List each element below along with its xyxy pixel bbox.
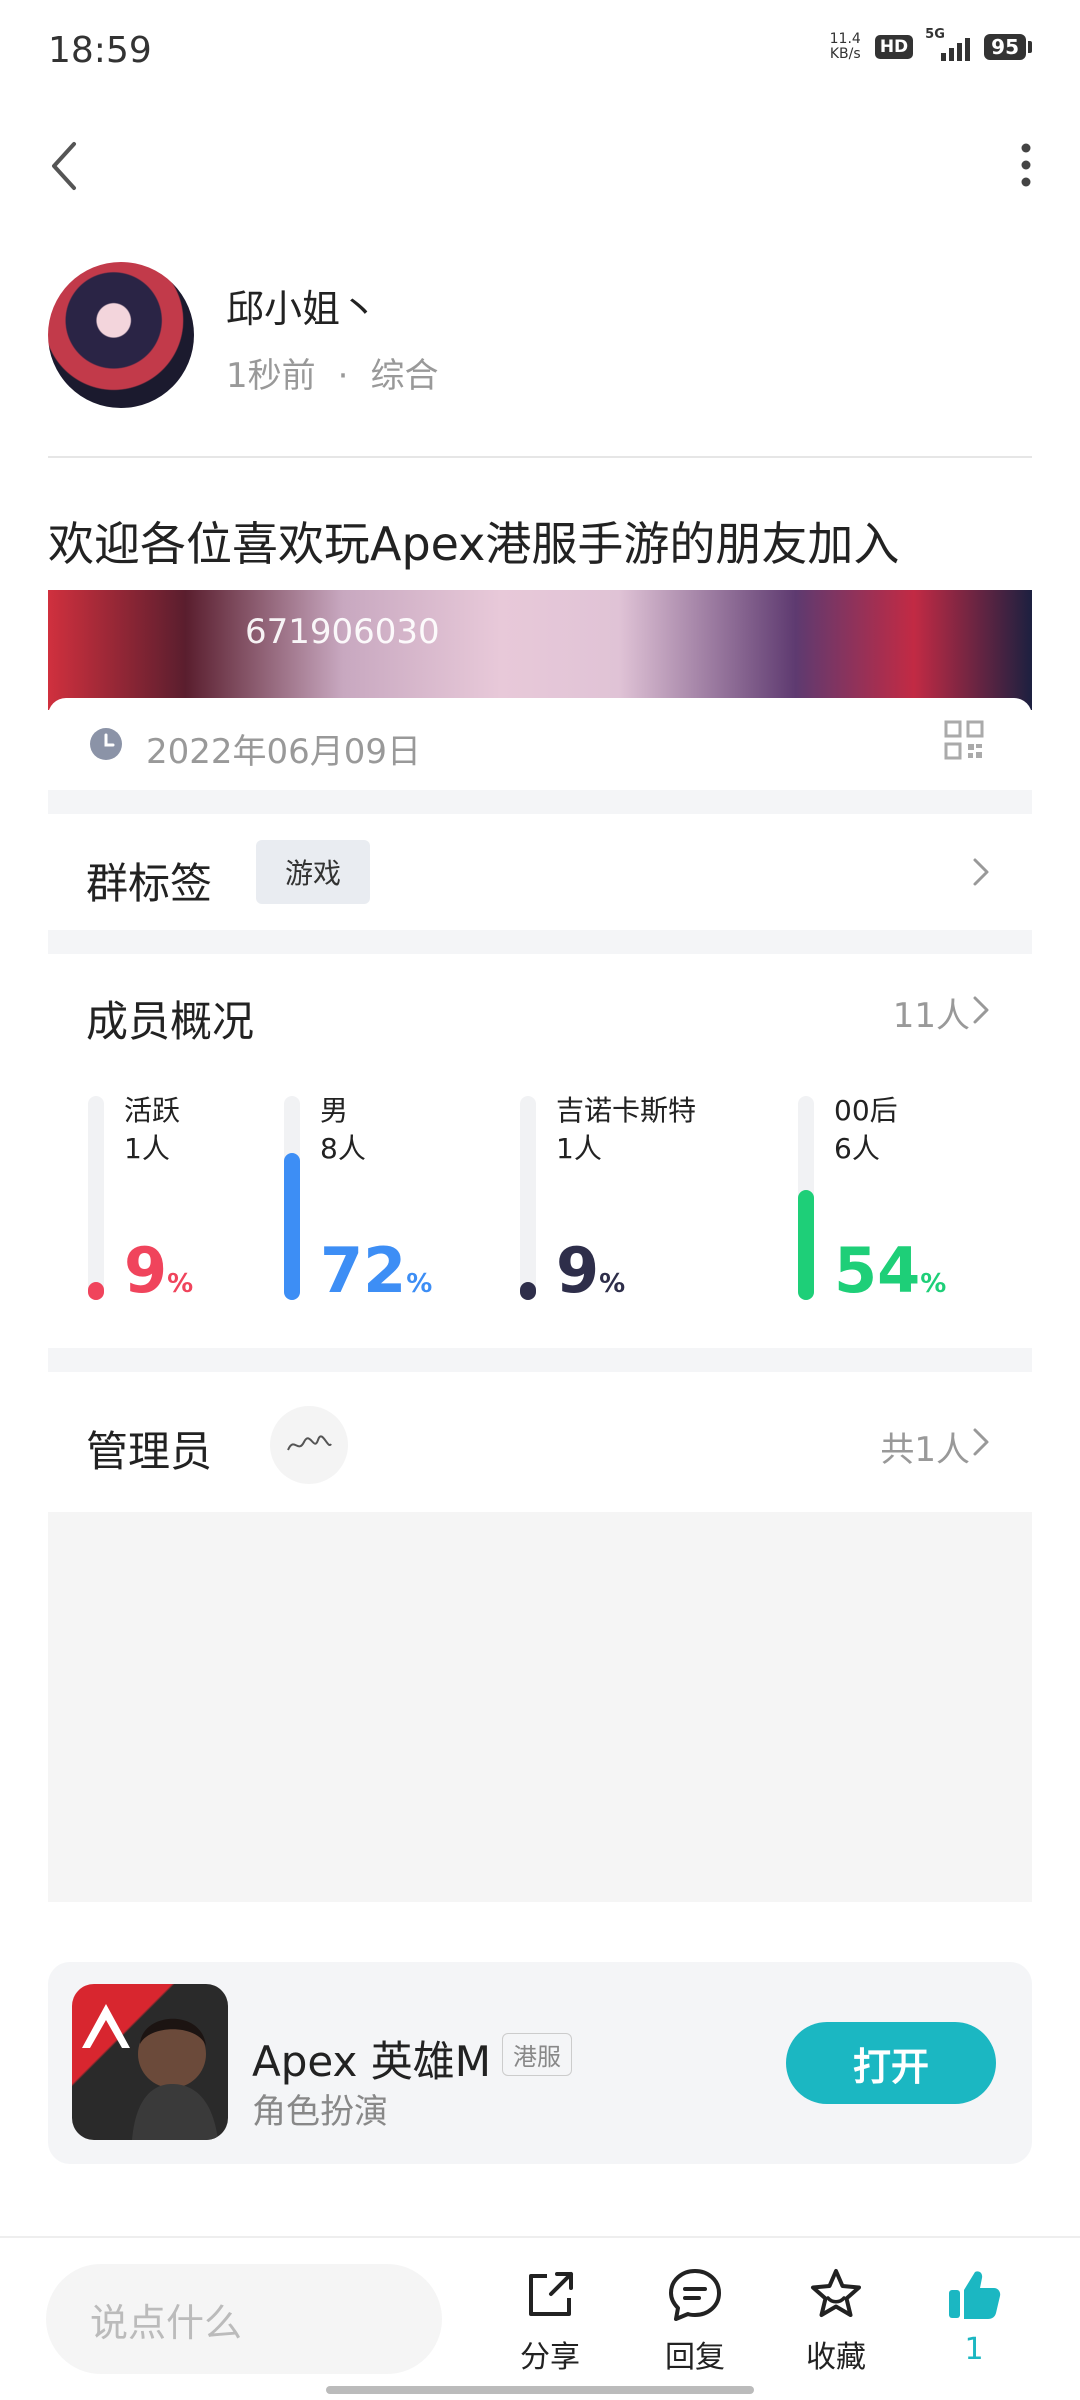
- stat-percent-unit: %: [167, 1269, 194, 1299]
- thumbs-up-icon: [949, 2271, 1001, 2319]
- status-time: 18:59: [48, 30, 152, 71]
- share-icon: [529, 2272, 573, 2316]
- stat-percent: 9%: [124, 1240, 193, 1315]
- server-badge: 港服: [502, 2033, 572, 2076]
- section-gap: [48, 1348, 1032, 1372]
- stat-count: 8人: [320, 1132, 366, 1165]
- battery-icon: 95: [984, 34, 1032, 60]
- group-tag-chip[interactable]: 游戏: [256, 840, 370, 904]
- stat-label: 男: [320, 1094, 349, 1127]
- comment-bubble-icon: [669, 2269, 721, 2321]
- stat-percent: 72%: [320, 1240, 432, 1315]
- like-button[interactable]: 1: [924, 2266, 1024, 2367]
- post-meta: 1秒前 · 综合: [226, 348, 438, 397]
- tags-section-title: 群标签: [86, 859, 213, 908]
- author-name[interactable]: 邱小姐丶: [226, 278, 378, 333]
- admin-section-title: 管理员: [86, 1427, 213, 1476]
- stat-percent: 54%: [834, 1240, 946, 1315]
- author-avatar[interactable]: [48, 262, 194, 408]
- stat-bar-fill: [284, 1153, 300, 1300]
- bottom-bar-divider: [0, 2236, 1080, 2238]
- share-label: 分享: [520, 2340, 580, 2375]
- app-category: 角色扮演: [252, 2092, 388, 2132]
- stat-percent-unit: %: [599, 1269, 626, 1299]
- tags-chevron-icon[interactable]: [970, 854, 992, 890]
- net-speed: 11.4 KB/s: [829, 31, 861, 62]
- clock-icon: [90, 728, 122, 760]
- post-title: 欢迎各位喜欢玩Apex港服手游的朋友加入: [48, 517, 900, 571]
- stat-bar-track: [88, 1096, 104, 1300]
- back-arrow-icon[interactable]: [44, 136, 88, 196]
- stat-percent-value: 72: [320, 1234, 407, 1307]
- section-gap: [48, 790, 1032, 814]
- apex-logo-icon: [82, 2004, 218, 2140]
- stat-percent: 9%: [556, 1240, 625, 1315]
- qr-code-icon[interactable]: [944, 720, 984, 760]
- stat-bar-fill: [88, 1282, 104, 1300]
- stat-percent-value: 54: [834, 1234, 921, 1307]
- home-indicator[interactable]: [326, 2386, 754, 2394]
- favorite-label: 收藏: [806, 2340, 866, 2375]
- section-gap: [48, 930, 1032, 954]
- stat-bar-track: [284, 1096, 300, 1300]
- meta-separator: ·: [337, 356, 349, 396]
- stat-label: 吉诺卡斯特: [556, 1094, 697, 1127]
- stat-count: 6人: [834, 1132, 880, 1165]
- network-type: 5G: [925, 27, 945, 42]
- star-icon: [811, 2269, 861, 2317]
- admin-count[interactable]: 共1人: [880, 1422, 970, 1471]
- group-number: 671906030: [245, 612, 440, 652]
- signature-logo-icon: [287, 1435, 332, 1451]
- member-count[interactable]: 11人: [893, 988, 970, 1037]
- stat-percent-unit: %: [406, 1269, 433, 1299]
- group-created-date: 2022年06月09日: [146, 732, 422, 772]
- stat-label: 活跃: [124, 1094, 181, 1127]
- like-count: 1: [964, 2332, 984, 2367]
- stat-count: 1人: [124, 1132, 170, 1165]
- more-options-icon[interactable]: [1016, 140, 1036, 190]
- hd-badge: HD: [874, 35, 914, 59]
- header-divider: [48, 456, 1032, 458]
- reply-button[interactable]: 回复: [645, 2266, 745, 2376]
- app-icon[interactable]: [72, 1984, 228, 2140]
- content-placeholder: [48, 1512, 1032, 1902]
- stat-bar-fill: [520, 1282, 536, 1300]
- stat-count: 1人: [556, 1132, 602, 1165]
- open-app-button[interactable]: 打开: [786, 2022, 996, 2104]
- stat-bar-fill: [798, 1190, 814, 1300]
- stat-bar-track: [520, 1096, 536, 1300]
- share-button[interactable]: 分享: [500, 2266, 600, 2376]
- app-name: Apex 英雄M: [252, 2037, 491, 2086]
- admin-chevron-icon[interactable]: [970, 1424, 992, 1460]
- stat-bar-track: [798, 1096, 814, 1300]
- favorite-button[interactable]: 收藏: [786, 2266, 886, 2376]
- admin-avatar[interactable]: [270, 1406, 348, 1484]
- members-chevron-icon[interactable]: [970, 992, 992, 1028]
- reply-label: 回复: [665, 2340, 725, 2375]
- stat-percent-value: 9: [556, 1234, 600, 1307]
- post-category[interactable]: 综合: [370, 356, 438, 396]
- members-section-title: 成员概况: [86, 997, 255, 1046]
- battery-level: 95: [984, 34, 1026, 60]
- stat-percent-unit: %: [920, 1269, 947, 1299]
- group-banner-image[interactable]: [48, 590, 1032, 710]
- stat-percent-value: 9: [124, 1234, 168, 1307]
- signal-icon: 5G: [925, 27, 971, 61]
- status-icons: 11.4 KB/s HD 5G 95: [829, 27, 1032, 62]
- stat-label: 00后: [834, 1094, 898, 1127]
- comment-input[interactable]: 说点什么: [46, 2264, 442, 2374]
- post-time: 1秒前: [226, 356, 316, 396]
